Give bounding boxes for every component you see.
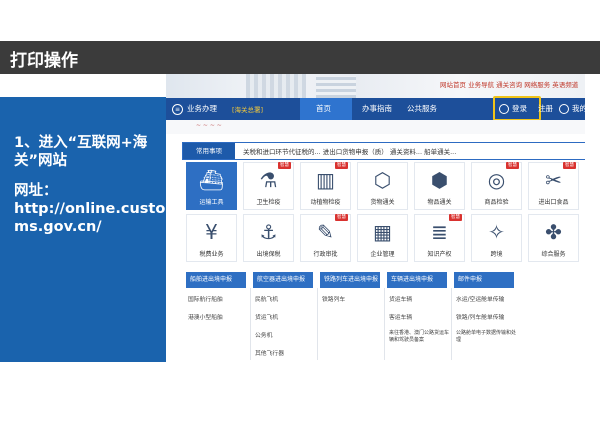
- list-item[interactable]: 货运车辆: [389, 296, 412, 304]
- nav-customs-tag[interactable]: [海关总署]: [232, 104, 263, 114]
- tile-admin-approval[interactable]: 智慧 ✎ 行政审批: [300, 214, 351, 262]
- list-item[interactable]: 其他飞行器: [255, 350, 284, 358]
- package-icon: ⬢: [430, 168, 449, 192]
- slide-title-bar: 打印操作: [0, 41, 600, 74]
- main-nav: ≡ 业务办理 [海关总署] 首页 办事指南 公共服务 登录 注册 我的: [166, 96, 585, 121]
- tile-transport[interactable]: ⛴ 运输工具: [186, 162, 237, 210]
- column-header[interactable]: 船舶进出境申报: [186, 272, 246, 288]
- building-icon: ▦: [373, 220, 392, 244]
- tile-label: 税费业务: [199, 251, 224, 258]
- list-item[interactable]: 国际航行船舶: [188, 296, 223, 304]
- tile-label: 出境保税: [256, 251, 281, 258]
- banner-text: ~ ~ ~ ~: [196, 122, 222, 129]
- clover-icon: ✤: [545, 220, 562, 244]
- books-icon: ≣: [431, 220, 448, 244]
- tile-label: 综合服务: [541, 251, 566, 258]
- common-items-links[interactable]: 关税和进口环节代征税的... 进出口货物申报（质） 通关资料... 船单通关..…: [243, 146, 456, 156]
- pin-icon: ✧: [488, 220, 505, 244]
- microscope-icon: ⚗: [259, 168, 278, 192]
- tile-label: 物品通关: [427, 199, 452, 206]
- column-divider: [250, 288, 251, 360]
- tile-comprehensive[interactable]: ✤ 综合服务: [528, 214, 579, 262]
- tile-badge: 智慧: [335, 162, 348, 169]
- banner-strip: ~ ~ ~ ~: [166, 120, 585, 134]
- food-icon: ✂: [545, 168, 562, 192]
- column-header[interactable]: 车辆进出境申报: [387, 272, 447, 288]
- url-value: http://online.customs.gov.cn/: [14, 201, 166, 235]
- common-items-bar: 常用事项 关税和进口环节代征税的... 进出口货物申报（质） 通关资料... 船…: [182, 142, 585, 160]
- nav-business-label: 业务办理: [187, 104, 217, 113]
- plant-quarantine-icon: ▥: [316, 168, 335, 192]
- column-header[interactable]: 铁路列车进出境申报: [320, 272, 380, 288]
- anchor-icon: ⚓: [259, 220, 278, 244]
- tile-plant-quarantine[interactable]: ▥ 动植物检疫 智慧: [300, 162, 351, 210]
- inspection-icon: ◎: [487, 168, 506, 192]
- mine-button[interactable]: 我的: [559, 103, 585, 114]
- tax-icon: ¥: [205, 220, 218, 244]
- nav-public-service[interactable]: 公共服务: [407, 103, 437, 114]
- ship-icon: ⛴: [198, 168, 225, 192]
- tile-label: 知识产权: [427, 251, 452, 258]
- page-margin: [585, 74, 600, 362]
- tile-label: 卫生检疫: [256, 199, 281, 206]
- tile-health-quarantine[interactable]: 智慧 ⚗ 卫生检疫: [243, 162, 294, 210]
- nav-home[interactable]: 首页: [316, 103, 331, 114]
- list-item[interactable]: 货运飞机: [255, 314, 278, 322]
- tile-goods-clearance[interactable]: ⬢ 物品通关: [414, 162, 465, 210]
- column-divider: [384, 288, 385, 360]
- tile-commodity-inspection[interactable]: 智慧 ◎ 商品检验: [471, 162, 522, 210]
- menu-icon: ≡: [172, 103, 183, 115]
- nav-business[interactable]: ≡ 业务办理: [172, 103, 217, 115]
- tile-label: 运输工具: [199, 199, 224, 206]
- tile-label: 跨境: [490, 251, 503, 258]
- login-label: 登录: [512, 104, 527, 113]
- user-icon: [499, 104, 509, 114]
- tile-enterprise[interactable]: ▦ 企业管理: [357, 214, 408, 262]
- tile-label: 行政审批: [313, 251, 338, 258]
- profile-icon: [559, 104, 569, 114]
- list-item[interactable]: 客运车辆: [389, 314, 412, 322]
- building-image-2: [316, 76, 356, 98]
- list-item[interactable]: 公路舱单电子数据传输和处理: [456, 330, 518, 344]
- list-item[interactable]: 来往香港、澳门公路货运车辆和驾驶员备案: [389, 330, 449, 344]
- column-divider: [451, 288, 452, 360]
- column-header[interactable]: 航空器进出境申报: [253, 272, 313, 288]
- tile-cross-border[interactable]: ✧ 跨境: [471, 214, 522, 262]
- url-label: 网址：: [14, 183, 58, 199]
- list-item[interactable]: 铁路/列车舱单传输: [456, 314, 504, 322]
- cargo-box-icon: ⬡: [373, 168, 392, 192]
- building-image: [246, 74, 306, 98]
- tile-label: 商品检验: [484, 199, 509, 206]
- tile-label: 进出口食品: [538, 199, 569, 206]
- tile-import-export-food[interactable]: 智慧 ✂ 进出口食品: [528, 162, 579, 210]
- approval-icon: ✎: [317, 220, 334, 244]
- common-items-label[interactable]: 常用事项: [183, 143, 235, 159]
- tile-bonded[interactable]: ⚓ 出境保税: [243, 214, 294, 262]
- tile-tax-business[interactable]: ¥ 税费业务: [186, 214, 237, 262]
- list-item[interactable]: 港澳小型船舶: [188, 314, 223, 322]
- top-links[interactable]: 网站首页 业务导航 通关咨询 网络服务 英语频道: [440, 79, 578, 89]
- slide-title: 打印操作: [10, 51, 78, 71]
- list-item[interactable]: 民航飞机: [255, 296, 278, 304]
- step-title: 1、进入“互联网+海关”网站: [14, 135, 148, 169]
- list-item[interactable]: 铁路列车: [322, 296, 345, 304]
- mine-label: 我的: [572, 104, 585, 113]
- login-button[interactable]: 登录: [499, 103, 527, 114]
- column-divider: [317, 288, 318, 360]
- list-item[interactable]: 水运/空运舱单传输: [456, 296, 504, 304]
- register-button[interactable]: 注册: [538, 103, 553, 114]
- tile-ip[interactable]: 智慧 ≣ 知识产权: [414, 214, 465, 262]
- tile-cargo-clearance[interactable]: ⬡ 货物通关: [357, 162, 408, 210]
- tile-label: 企业管理: [370, 251, 395, 258]
- nav-guide[interactable]: 办事指南: [362, 103, 392, 114]
- list-item[interactable]: 公务机: [255, 332, 272, 340]
- tile-label: 货物通关: [370, 199, 395, 206]
- tile-label: 动植物检疫: [310, 199, 341, 206]
- website-screenshot: 网站首页 业务导航 通关咨询 网络服务 英语频道 ≡ 业务办理 [海关总署] 首页…: [166, 74, 585, 362]
- column-header[interactable]: 邮件申报: [454, 272, 514, 288]
